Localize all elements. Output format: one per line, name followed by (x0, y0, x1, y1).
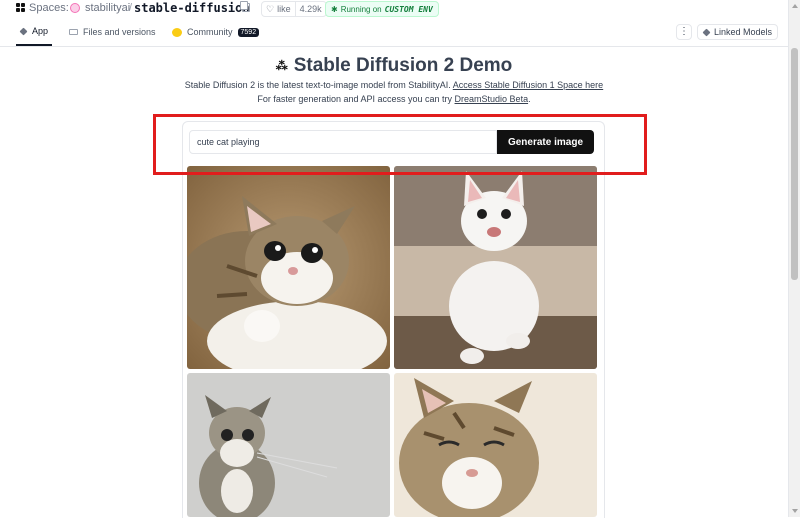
tab-community[interactable]: Community 7592 (172, 18, 260, 46)
desc2-end: . (528, 94, 531, 104)
top-header: Spaces: stabilityai / stable-diffusion ♡… (0, 0, 788, 18)
cube-icon (19, 27, 28, 35)
gallery-image-4[interactable] (394, 373, 597, 517)
gallery-image-3[interactable] (187, 373, 390, 517)
desc1-text: Stable Diffusion 2 is the latest text-to… (184, 80, 451, 90)
sd1-space-link[interactable]: Access Stable Diffusion 1 Space here (453, 80, 603, 90)
dreamstudio-link[interactable]: DreamStudio Beta (455, 94, 529, 104)
community-icon (172, 27, 182, 37)
tab-files-and-versions[interactable]: Files and versions (69, 18, 156, 46)
page-title: ⁂ Stable Diffusion 2 Demo (0, 55, 788, 77)
scrollbar-thumb[interactable] (791, 48, 798, 280)
tab-app-label: App (32, 26, 49, 36)
spaces-icon (16, 3, 25, 12)
cube-icon (702, 28, 711, 36)
community-count-badge: 7592 (237, 27, 260, 37)
description-line-2: For faster generation and API access you… (0, 94, 788, 104)
like-button[interactable]: ♡ like 4.29k (261, 1, 327, 17)
copy-icon[interactable] (240, 1, 250, 12)
scroll-up-arrow-icon[interactable] (792, 4, 798, 8)
space-name-link[interactable]: stable-diffusion (134, 1, 250, 15)
tab-files-label: Files and versions (83, 27, 156, 37)
linked-models-label: Linked Models (714, 27, 773, 37)
heart-icon: ♡ (266, 3, 275, 14)
status-env: CUSTOM ENV (384, 4, 433, 14)
like-label: like (277, 4, 291, 14)
scroll-down-arrow-icon[interactable] (792, 509, 798, 513)
more-options-button[interactable]: ⋮ (676, 24, 692, 40)
org-link[interactable]: stabilityai (85, 2, 130, 14)
gallery-image-2[interactable] (394, 166, 597, 369)
tab-bar: App Files and versions Community 7592 ⋮ … (0, 18, 788, 47)
status-badge[interactable]: ✱ Running on CUSTOM ENV (325, 1, 439, 17)
gallery-image-1[interactable] (187, 166, 390, 369)
tab-community-label: Community (187, 27, 233, 37)
page-title-text: Stable Diffusion 2 Demo (293, 55, 513, 76)
status-prefix: Running on (340, 4, 382, 14)
spaces-label[interactable]: Spaces: (29, 2, 69, 14)
annotation-highlight-box (153, 114, 647, 175)
breadcrumb-separator: / (129, 2, 133, 14)
like-count[interactable]: 4.29k (294, 2, 326, 16)
desc2-text: For faster generation and API access you… (257, 94, 453, 104)
diffusion-logo-icon: ⁂ (275, 58, 288, 73)
org-avatar (70, 3, 80, 13)
page-scrollbar[interactable] (788, 0, 800, 517)
sparkle-icon: ✱ (331, 4, 338, 14)
linked-models-button[interactable]: Linked Models (697, 24, 779, 40)
file-icon (69, 29, 78, 35)
description-line-1: Stable Diffusion 2 is the latest text-to… (0, 80, 788, 90)
tab-app[interactable]: App (16, 18, 53, 46)
